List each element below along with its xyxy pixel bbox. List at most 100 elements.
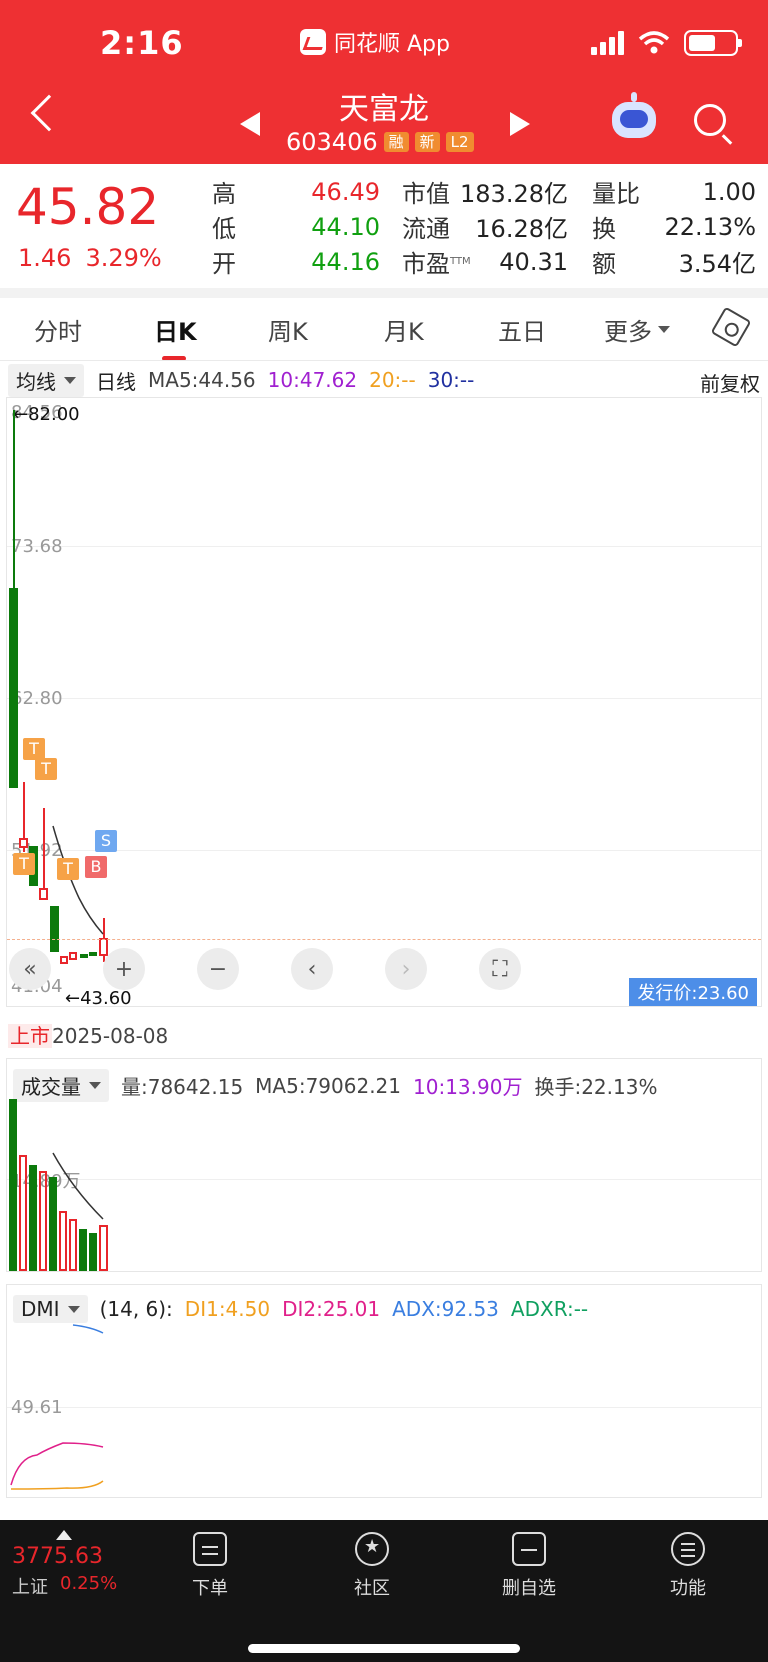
- kline-chart[interactable]: 84.56 73.68 62.80 51.92 41.04 ←82.00 ←43…: [6, 397, 762, 1009]
- current-price-line: [7, 939, 761, 940]
- header: 2:16 同花顺 App 天富龙 603406 融 新 L2: [0, 0, 768, 164]
- dmi-chart[interactable]: DMI (14, 6): DI1:4.50 DI2:25.01 ADX:92.5…: [6, 1284, 762, 1498]
- settings-icon[interactable]: [710, 306, 752, 348]
- ma30-value: 30:--: [427, 368, 475, 392]
- listing-date-value: 2025-08-08: [52, 1024, 169, 1048]
- quote-col-3: 量比 1.00 换 22.13% 额 3.54亿: [592, 174, 756, 279]
- bottom-bar: 3775.63 上证 0.25% 下单 社区 删自选 功能: [0, 1520, 768, 1662]
- zoom-in-icon[interactable]: +: [103, 948, 145, 990]
- tab-monthly-k[interactable]: 月K: [384, 312, 424, 347]
- dmi-di1: DI1:4.50: [184, 1297, 271, 1321]
- trade-marker-t[interactable]: T: [35, 758, 57, 780]
- volume-chart[interactable]: 成交量 量:78642.15 MA5:79062.21 10:13.90万 换手…: [6, 1058, 762, 1272]
- community-icon: [355, 1532, 389, 1566]
- chart-tabs: 分时 日K 周K 月K 五日 更多: [0, 298, 768, 361]
- battery-icon: [684, 30, 742, 56]
- ma-line: [52, 825, 104, 935]
- label-turnover: 换: [592, 215, 616, 243]
- index-ticker[interactable]: 3775.63 上证 0.25%: [12, 1530, 117, 1599]
- search-icon[interactable]: [694, 104, 726, 136]
- app-badge[interactable]: 同花顺 App: [300, 26, 450, 58]
- status-icons: [591, 30, 742, 56]
- price-change: 1.46 3.29%: [18, 244, 162, 272]
- chevron-down-icon: [64, 376, 76, 384]
- value-amount: 3.54亿: [678, 250, 756, 278]
- community-button[interactable]: 社区: [344, 1532, 400, 1600]
- tab-weekly-k[interactable]: 周K: [268, 312, 308, 347]
- volume-ma5: MA5:79062.21: [255, 1073, 402, 1098]
- volume-turnover: 换手:22.13%: [534, 1075, 658, 1099]
- label-pe: 市盈: [402, 250, 450, 278]
- value-pe: 40.31: [499, 247, 568, 276]
- app-name: 同花顺 App: [334, 32, 450, 57]
- label-float: 流通: [402, 215, 450, 243]
- label-open: 开: [212, 250, 236, 278]
- volume-value: 量:78642.15: [121, 1075, 244, 1099]
- dmi-di2: DI2:25.01: [282, 1297, 381, 1321]
- assistant-robot-icon[interactable]: [612, 92, 656, 138]
- minus-box-icon: [512, 1532, 546, 1566]
- rewind-icon[interactable]: «: [9, 948, 51, 990]
- wifi-icon: [638, 31, 670, 54]
- tab-daily-k[interactable]: 日K: [154, 312, 197, 361]
- stock-sub: 603406 融 新 L2: [286, 128, 474, 156]
- label-pe-ttm: TTM: [450, 256, 471, 267]
- label-low: 低: [212, 215, 236, 243]
- issue-price-badge: 发行价:23.60: [629, 978, 757, 1006]
- dmi-lines: [10, 1324, 104, 1490]
- trade-marker-b[interactable]: B: [85, 856, 107, 878]
- value-mktcap: 183.28亿: [460, 180, 568, 208]
- scroll-left-icon[interactable]: ‹: [291, 948, 333, 990]
- tag-rong: 融: [383, 132, 409, 152]
- trade-marker-t[interactable]: T: [57, 858, 79, 880]
- tab-more[interactable]: 更多: [604, 312, 670, 347]
- adjust-mode[interactable]: 前复权: [700, 368, 760, 397]
- trade-marker-s[interactable]: S: [95, 830, 117, 852]
- stock-code: 603406: [286, 128, 378, 156]
- label-volratio: 量比: [592, 180, 640, 208]
- volume-ma-line: [52, 1152, 104, 1220]
- quote-col-1: 高 46.49 低 44.10 开 44.16: [212, 174, 380, 279]
- document-icon: [193, 1532, 227, 1566]
- fullscreen-icon[interactable]: ⛶: [479, 948, 521, 990]
- listing-date: 上市 2025-08-08: [8, 1020, 168, 1049]
- change-value: 1.46: [18, 244, 72, 272]
- order-label: 下单: [192, 1578, 228, 1599]
- period-label: 日线: [96, 369, 136, 394]
- label-amount: 额: [592, 250, 616, 278]
- tab-intraday[interactable]: 分时: [34, 312, 82, 347]
- current-price: 45.82: [16, 178, 160, 236]
- divider: [0, 288, 768, 298]
- remove-watchlist-button[interactable]: 删自选: [494, 1532, 564, 1600]
- remove-watchlist-label: 删自选: [502, 1578, 556, 1599]
- arrow-up-icon: [56, 1530, 72, 1540]
- ma5-value: MA5:44.56: [148, 368, 256, 392]
- volume-ma10: 10:13.90万: [413, 1075, 523, 1099]
- chevron-down-icon: [658, 326, 670, 333]
- label-mktcap: 市值: [402, 180, 450, 208]
- value-low: 44.10: [311, 212, 380, 241]
- home-indicator[interactable]: [248, 1644, 520, 1653]
- functions-label: 功能: [670, 1578, 706, 1599]
- order-button[interactable]: 下单: [182, 1532, 238, 1600]
- value-volratio: 1.00: [702, 177, 756, 206]
- value-float: 16.28亿: [475, 215, 568, 243]
- trade-marker-t[interactable]: T: [13, 853, 35, 875]
- functions-button[interactable]: 功能: [660, 1532, 716, 1600]
- tag-new: 新: [414, 132, 440, 152]
- ma-type-label: 均线: [16, 369, 56, 394]
- ma-legend: 均线 日线 MA5:44.56 10:47.62 20:-- 30:-- 前复权: [8, 363, 768, 397]
- tab-more-label: 更多: [604, 318, 652, 346]
- menu-icon: [671, 1532, 705, 1566]
- next-stock-icon[interactable]: [510, 112, 530, 136]
- tab-five-day[interactable]: 五日: [498, 312, 546, 347]
- divider: [0, 360, 768, 361]
- ma-type-dropdown[interactable]: 均线: [8, 363, 84, 397]
- dmi-adxr: ADXR:--: [510, 1297, 589, 1321]
- zoom-out-icon[interactable]: −: [197, 948, 239, 990]
- scroll-right-icon[interactable]: ›: [385, 948, 427, 990]
- listing-mark: 上市: [8, 1024, 52, 1048]
- label-high: 高: [212, 180, 236, 208]
- trade-marker-t[interactable]: T: [23, 738, 45, 760]
- quote-panel: 45.82 1.46 3.29% 高 46.49 低 44.10 开 44.16 市值…: [0, 164, 768, 298]
